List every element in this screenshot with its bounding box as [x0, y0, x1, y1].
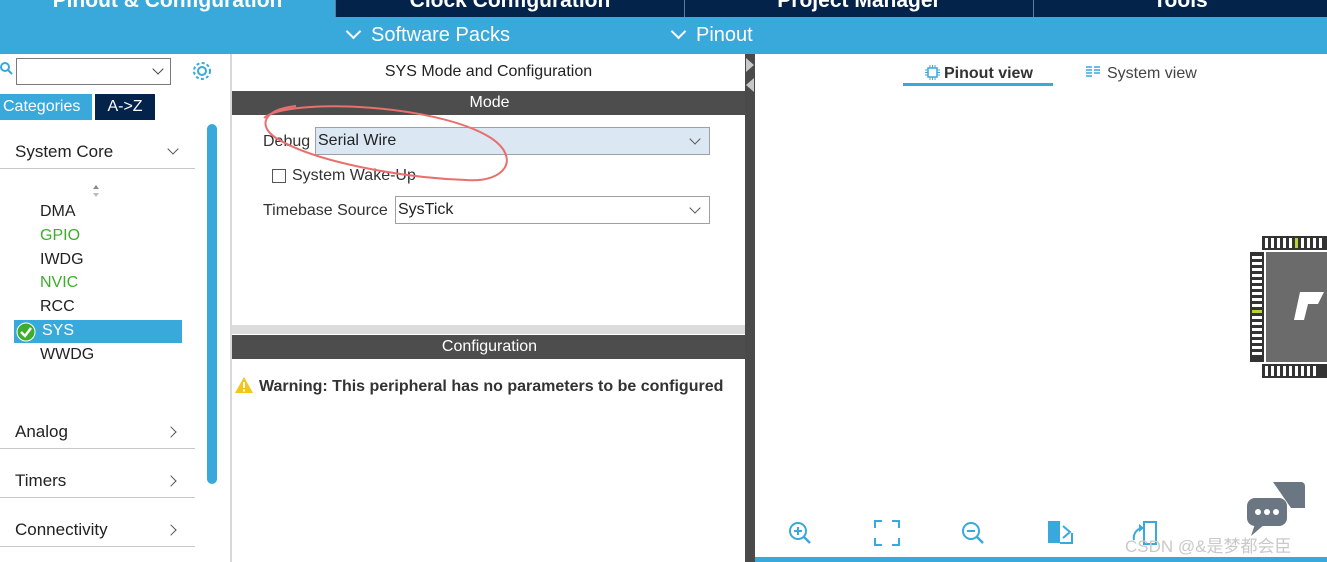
tab-system-view[interactable]: System view	[1085, 62, 1197, 86]
search-input[interactable]	[16, 58, 171, 85]
chevron-down-icon	[345, 23, 362, 40]
tab-tools[interactable]: Tools	[1034, 0, 1327, 17]
sub-menu-bar: Software Packs Pinout	[0, 17, 1327, 54]
periph-nvic[interactable]: NVIC	[40, 272, 78, 294]
group-label: Analog	[15, 422, 68, 441]
watermark-text: CSDN @&是梦都会臣	[1125, 537, 1292, 556]
warning-icon	[235, 377, 253, 393]
group-label: Connectivity	[15, 520, 108, 539]
tab-a-z[interactable]: A->Z	[95, 94, 155, 120]
gear-icon[interactable]	[191, 60, 213, 82]
system-view-label: System view	[1107, 65, 1197, 82]
group-timers[interactable]: Timers	[0, 464, 195, 498]
category-sidebar: Categories A->Z System Core DMA GPIO IWD…	[0, 54, 222, 562]
periph-dma[interactable]: DMA	[40, 201, 76, 223]
mode-config-panel: SYS Mode and Configuration Mode Debug Se…	[230, 54, 747, 562]
chevron-right-icon	[165, 475, 177, 487]
pinout-view-label: Pinout view	[944, 65, 1033, 82]
periph-rcc[interactable]: RCC	[40, 296, 75, 318]
pinout-menu[interactable]: Pinout	[670, 17, 753, 54]
chevron-right-icon	[165, 426, 177, 438]
section-divider[interactable]	[232, 325, 747, 334]
tab-project-manager[interactable]: Project Manager	[685, 0, 1034, 17]
chat-bubble-icon	[1247, 482, 1305, 536]
collapse-arrow-icon[interactable]	[746, 56, 754, 96]
chevron-down-icon	[167, 143, 179, 155]
sidebar-scrollbar[interactable]	[207, 124, 217, 484]
zoom-out-icon[interactable]	[958, 518, 988, 548]
horizontal-scrollbar[interactable]	[755, 557, 1327, 562]
fit-screen-icon[interactable]	[872, 518, 902, 548]
mcu-chip-diagram[interactable]	[1250, 232, 1327, 382]
debug-value: Serial Wire	[318, 132, 397, 149]
export-icon[interactable]	[1045, 518, 1075, 548]
mode-header: Mode	[232, 91, 747, 115]
periph-wwdg[interactable]: WWDG	[40, 344, 94, 366]
configuration-header: Configuration	[232, 335, 747, 359]
checkmark-icon	[16, 322, 36, 342]
periph-sys[interactable]: SYS	[42, 320, 74, 342]
debug-select[interactable]: Serial Wire	[315, 127, 710, 155]
search-icon	[0, 62, 13, 75]
zoom-in-icon[interactable]	[785, 518, 815, 548]
system-wakeup-label: System Wake-Up	[292, 167, 416, 184]
timebase-label: Timebase Source	[263, 202, 388, 219]
periph-gpio[interactable]: GPIO	[40, 225, 80, 247]
sort-icon[interactable]	[92, 184, 100, 198]
timebase-value: SysTick	[398, 201, 454, 218]
warning-message: Warning: This peripheral has no paramete…	[259, 378, 724, 395]
chevron-down-icon	[689, 202, 701, 214]
chip-icon	[925, 65, 940, 80]
pinout-label: Pinout	[696, 24, 753, 46]
chevron-down-icon	[689, 133, 701, 145]
tab-categories[interactable]: Categories	[0, 94, 92, 120]
group-label: Timers	[15, 471, 67, 490]
tab-pinout-view[interactable]: Pinout view	[903, 62, 1053, 86]
top-tab-bar: Pinout & Configuration Clock Configurati…	[0, 0, 1327, 17]
panel-title: SYS Mode and Configuration	[384, 63, 593, 80]
tab-pinout-configuration[interactable]: Pinout & Configuration	[0, 0, 336, 17]
group-connectivity[interactable]: Connectivity	[0, 513, 195, 547]
debug-label: Debug	[263, 133, 311, 150]
stm32cubemx-window: Pinout & Configuration Clock Configurati…	[0, 0, 1327, 562]
periph-selected-highlight	[14, 320, 182, 343]
chevron-right-icon	[165, 524, 177, 536]
group-system-core[interactable]: System Core	[0, 135, 195, 169]
group-analog[interactable]: Analog	[0, 415, 195, 449]
periph-iwdg[interactable]: IWDG	[40, 249, 84, 271]
list-icon	[1086, 66, 1100, 77]
system-wakeup-checkbox[interactable]	[272, 169, 286, 183]
chevron-down-icon	[670, 23, 687, 40]
group-label: System Core	[15, 142, 114, 161]
pinout-view-panel: Pinout view System view CSDN @&是梦都会臣	[755, 54, 1327, 562]
panel-splitter[interactable]	[745, 54, 755, 562]
software-packs-label: Software Packs	[371, 24, 510, 46]
chevron-down-icon	[152, 63, 164, 75]
software-packs-menu[interactable]: Software Packs	[345, 17, 510, 54]
timebase-select[interactable]: SysTick	[395, 196, 710, 224]
tab-clock-configuration[interactable]: Clock Configuration	[336, 0, 685, 17]
